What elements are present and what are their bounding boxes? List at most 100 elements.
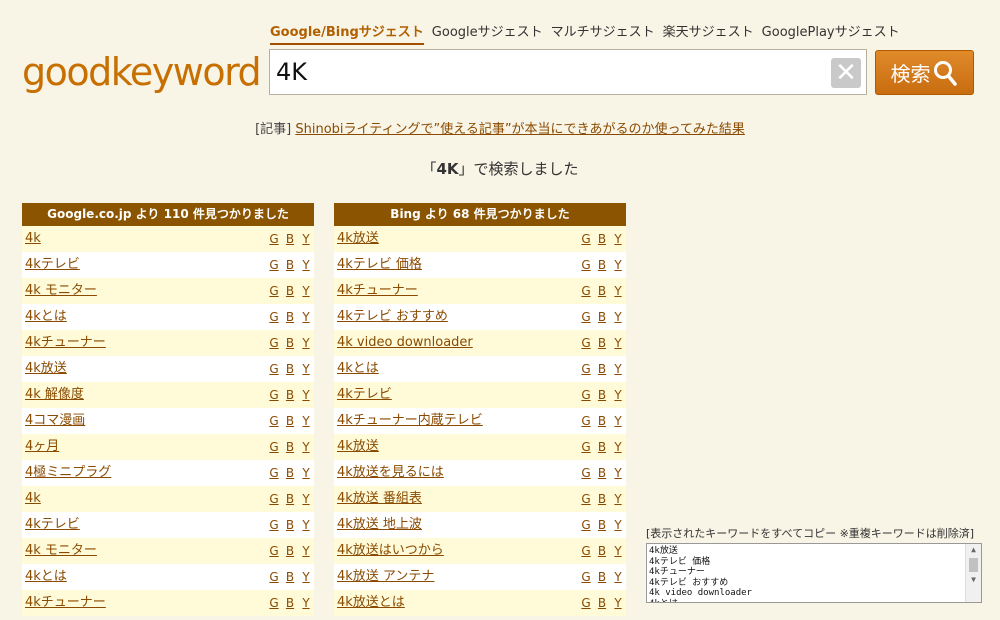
search-bing-link[interactable]: B bbox=[594, 460, 610, 486]
search-yahoo-link[interactable]: Y bbox=[610, 512, 626, 538]
keyword-link[interactable]: 4kチューナー内蔵テレビ bbox=[337, 408, 578, 434]
search-yahoo-link[interactable]: Y bbox=[610, 252, 626, 278]
keyword-link[interactable]: 4kとは bbox=[25, 304, 266, 330]
search-yahoo-link[interactable]: Y bbox=[298, 252, 314, 278]
search-google-link[interactable]: G bbox=[266, 278, 282, 304]
keyword-link[interactable]: 4k放送 bbox=[25, 356, 266, 382]
search-google-link[interactable]: G bbox=[266, 408, 282, 434]
search-yahoo-link[interactable]: Y bbox=[298, 538, 314, 564]
keyword-link[interactable]: 4k video downloader bbox=[337, 330, 578, 356]
search-yahoo-link[interactable]: Y bbox=[298, 382, 314, 408]
keyword-link[interactable]: 4kテレビ 価格 bbox=[337, 252, 578, 278]
search-bing-link[interactable]: B bbox=[282, 304, 298, 330]
search-bing-link[interactable]: B bbox=[594, 382, 610, 408]
search-bing-link[interactable]: B bbox=[282, 460, 298, 486]
site-logo[interactable]: goodkeyword bbox=[22, 50, 262, 94]
search-bing-link[interactable]: B bbox=[594, 486, 610, 512]
search-yahoo-link[interactable]: Y bbox=[610, 538, 626, 564]
search-yahoo-link[interactable]: Y bbox=[298, 512, 314, 538]
search-google-link[interactable]: G bbox=[266, 486, 282, 512]
search-yahoo-link[interactable]: Y bbox=[298, 460, 314, 486]
keyword-link[interactable]: 4k放送とは bbox=[337, 590, 578, 616]
keyword-link[interactable]: 4kチューナー bbox=[337, 278, 578, 304]
search-google-link[interactable]: G bbox=[266, 590, 282, 616]
article-link[interactable]: Shinobiライティングで”使える記事”が本当にできあがるのか使ってみた結果 bbox=[295, 122, 745, 137]
search-bing-link[interactable]: B bbox=[282, 486, 298, 512]
search-bing-link[interactable]: B bbox=[594, 278, 610, 304]
search-input[interactable] bbox=[270, 50, 810, 94]
keyword-link[interactable]: 4k bbox=[25, 226, 266, 252]
search-yahoo-link[interactable]: Y bbox=[298, 564, 314, 590]
search-bing-link[interactable]: B bbox=[594, 564, 610, 590]
search-yahoo-link[interactable]: Y bbox=[610, 408, 626, 434]
search-bing-link[interactable]: B bbox=[282, 252, 298, 278]
search-google-link[interactable]: G bbox=[266, 382, 282, 408]
search-yahoo-link[interactable]: Y bbox=[298, 226, 314, 252]
search-bing-link[interactable]: B bbox=[282, 590, 298, 616]
scroll-up-icon[interactable]: ▲ bbox=[966, 544, 981, 556]
tab-google[interactable]: Googleサジェスト bbox=[432, 21, 543, 45]
search-yahoo-link[interactable]: Y bbox=[610, 304, 626, 330]
search-bing-link[interactable]: B bbox=[282, 512, 298, 538]
search-yahoo-link[interactable]: Y bbox=[610, 356, 626, 382]
keyword-link[interactable]: 4k放送を見るには bbox=[337, 460, 578, 486]
keyword-link[interactable]: 4k モニター bbox=[25, 538, 266, 564]
keyword-link[interactable]: 4k放送 番組表 bbox=[337, 486, 578, 512]
search-yahoo-link[interactable]: Y bbox=[610, 460, 626, 486]
keyword-link[interactable]: 4kチューナー bbox=[25, 590, 266, 616]
search-yahoo-link[interactable]: Y bbox=[298, 330, 314, 356]
keyword-link[interactable]: 4k放送 bbox=[337, 434, 578, 460]
search-google-link[interactable]: G bbox=[578, 330, 594, 356]
tab-rakuten[interactable]: 楽天サジェスト bbox=[663, 21, 754, 45]
keyword-link[interactable]: 4k bbox=[25, 486, 266, 512]
scroll-down-icon[interactable]: ▼ bbox=[966, 574, 981, 586]
search-bing-link[interactable]: B bbox=[594, 538, 610, 564]
search-bing-link[interactable]: B bbox=[282, 330, 298, 356]
search-yahoo-link[interactable]: Y bbox=[610, 278, 626, 304]
search-bing-link[interactable]: B bbox=[282, 538, 298, 564]
clear-icon[interactable]: ✕ bbox=[831, 58, 861, 88]
search-yahoo-link[interactable]: Y bbox=[298, 408, 314, 434]
keyword-link[interactable]: 4kテレビ bbox=[25, 252, 266, 278]
keyword-link[interactable]: 4コマ漫画 bbox=[25, 408, 266, 434]
search-google-link[interactable]: G bbox=[578, 356, 594, 382]
search-bing-link[interactable]: B bbox=[594, 590, 610, 616]
search-google-link[interactable]: G bbox=[578, 382, 594, 408]
search-yahoo-link[interactable]: Y bbox=[610, 486, 626, 512]
keyword-link[interactable]: 4kとは bbox=[337, 356, 578, 382]
scroll-thumb[interactable] bbox=[969, 558, 978, 572]
search-google-link[interactable]: G bbox=[578, 512, 594, 538]
search-bing-link[interactable]: B bbox=[594, 330, 610, 356]
keyword-link[interactable]: 4k モニター bbox=[25, 278, 266, 304]
search-bing-link[interactable]: B bbox=[594, 434, 610, 460]
copy-textarea[interactable]: 4k放送 4kテレビ 価格 4kチューナー 4kテレビ おすすめ 4k video do… bbox=[646, 543, 982, 603]
search-google-link[interactable]: G bbox=[266, 252, 282, 278]
search-bing-link[interactable]: B bbox=[282, 408, 298, 434]
search-google-link[interactable]: G bbox=[578, 278, 594, 304]
tab-googleplay[interactable]: GooglePlayサジェスト bbox=[762, 21, 900, 45]
search-yahoo-link[interactable]: Y bbox=[298, 304, 314, 330]
search-yahoo-link[interactable]: Y bbox=[298, 434, 314, 460]
keyword-link[interactable]: 4k放送 地上波 bbox=[337, 512, 578, 538]
keyword-link[interactable]: 4kとは bbox=[25, 564, 266, 590]
search-google-link[interactable]: G bbox=[578, 226, 594, 252]
search-google-link[interactable]: G bbox=[578, 460, 594, 486]
search-bing-link[interactable]: B bbox=[282, 564, 298, 590]
search-yahoo-link[interactable]: Y bbox=[298, 356, 314, 382]
search-google-link[interactable]: G bbox=[266, 226, 282, 252]
tab-multi[interactable]: マルチサジェスト bbox=[551, 21, 655, 45]
tab-google-bing[interactable]: Google/Bingサジェスト bbox=[270, 21, 424, 45]
search-google-link[interactable]: G bbox=[266, 434, 282, 460]
search-google-link[interactable]: G bbox=[578, 408, 594, 434]
search-bing-link[interactable]: B bbox=[282, 356, 298, 382]
search-bing-link[interactable]: B bbox=[282, 434, 298, 460]
search-google-link[interactable]: G bbox=[266, 564, 282, 590]
search-yahoo-link[interactable]: Y bbox=[610, 590, 626, 616]
search-yahoo-link[interactable]: Y bbox=[298, 590, 314, 616]
search-google-link[interactable]: G bbox=[266, 512, 282, 538]
search-google-link[interactable]: G bbox=[266, 356, 282, 382]
search-bing-link[interactable]: B bbox=[594, 252, 610, 278]
search-button[interactable]: 検索 bbox=[875, 50, 974, 95]
search-google-link[interactable]: G bbox=[578, 486, 594, 512]
keyword-link[interactable]: 4k放送はいつから bbox=[337, 538, 578, 564]
